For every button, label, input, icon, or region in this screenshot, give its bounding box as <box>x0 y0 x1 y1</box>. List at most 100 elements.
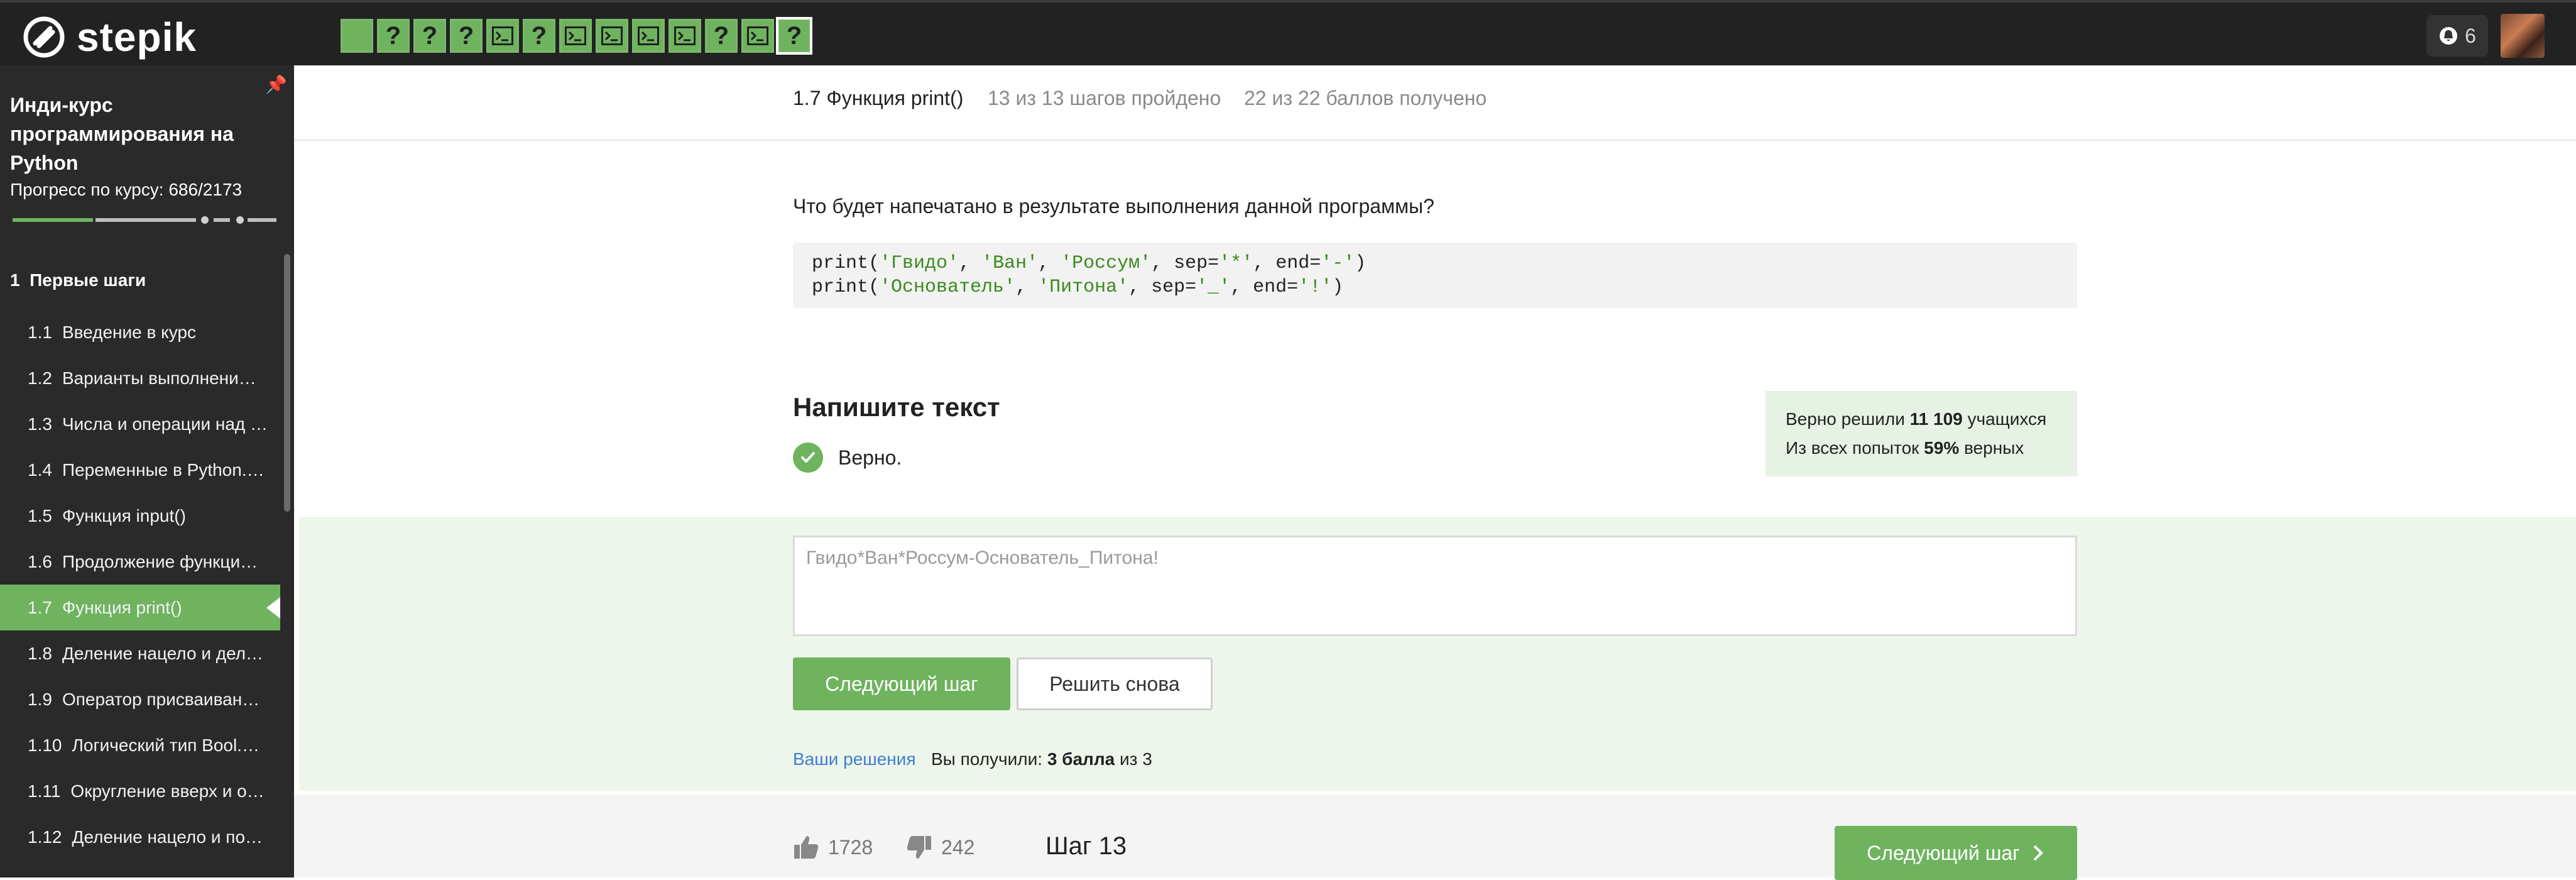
lesson-title: 1.7 Функция print() <box>793 87 964 109</box>
question-mark-icon: ? <box>713 21 729 50</box>
verdict: Верно. <box>793 443 902 473</box>
code-line: print('Гвидо', 'Ван', 'Россум', sep='*',… <box>812 253 1367 274</box>
sidebar-lesson-1.7[interactable]: 1.7 Функция print() <box>0 585 280 630</box>
sidebar-lesson-1.3[interactable]: 1.3 Числа и операции над … <box>0 401 280 447</box>
sidebar-lesson-1.4[interactable]: 1.4 Переменные в Python.… <box>0 447 280 493</box>
check-icon <box>793 443 823 473</box>
step-tab-4[interactable]: ? <box>450 19 483 53</box>
step-tab-13[interactable]: ? <box>776 17 812 55</box>
logo-text: stepik <box>77 14 197 60</box>
lesson-number: 1.5 <box>28 505 52 525</box>
notifications-count: 6 <box>2465 24 2476 47</box>
step-tab-3[interactable]: ? <box>413 19 446 53</box>
answer-textbox[interactable]: Гвидо*Ван*Россум-Основатель_Питона! <box>793 536 2077 636</box>
course-title[interactable]: Инди-курс программирования на Python <box>10 91 261 177</box>
terminal-icon <box>492 26 513 45</box>
like-button[interactable]: 1728 <box>793 835 873 860</box>
verdict-text: Верно. <box>838 446 902 469</box>
lesson-number: 1.4 <box>28 459 52 480</box>
lesson-list: 1.1 Введение в курс 1.2 Варианты выполнени…… <box>0 309 280 860</box>
lesson-title: Варианты выполнени… <box>62 368 256 388</box>
step-tab-12[interactable] <box>741 19 774 53</box>
steps-passed: 13 из 13 шагов пройдено <box>988 87 1221 109</box>
lesson-number: 1.11 <box>28 781 61 801</box>
sidebar-lesson-1.8[interactable]: 1.8 Деление нацело и дел… <box>0 630 280 676</box>
attempts-percent: 59% <box>1924 438 1960 458</box>
top-bar: stepik ?????? 6 <box>0 0 2576 65</box>
question-mark-icon: ? <box>458 21 474 50</box>
stepik-logo[interactable]: stepik <box>23 14 197 60</box>
notifications-button[interactable]: 6 <box>2426 15 2488 57</box>
lesson-title: Деление нацело и дел… <box>62 643 264 663</box>
sidebar-lesson-1.5[interactable]: 1.5 Функция input() <box>0 493 280 539</box>
sidebar-lesson-1.6[interactable]: 1.6 Продолжение функци… <box>0 539 280 585</box>
question-mark-icon: ? <box>786 21 802 50</box>
step-tab-10[interactable] <box>669 19 701 53</box>
lesson-title: Логический тип Bool.… <box>72 735 260 755</box>
sidebar-lesson-1.10[interactable]: 1.10 Логический тип Bool.… <box>0 722 280 768</box>
task-title: Напишите текст <box>793 392 1000 422</box>
score-value: 3 балла <box>1047 749 1115 769</box>
thumbs-up-icon <box>794 836 819 859</box>
solve-stats: Верно решили 11 109 учащихся Из всех поп… <box>1766 391 2077 476</box>
step-tab-5[interactable] <box>486 19 519 53</box>
course-sidebar: 📌 Инди-курс программирования на Python П… <box>0 65 294 877</box>
lesson-title: Введение в курс <box>62 322 196 342</box>
user-avatar[interactable] <box>2501 14 2545 58</box>
step-tab-2[interactable]: ? <box>377 19 410 53</box>
course-progress: Прогресс по курсу: 686/2173 <box>10 180 242 200</box>
likes-count: 1728 <box>828 835 873 859</box>
thumbs-down-icon <box>907 836 931 859</box>
step-navigation: ?????? <box>341 17 812 55</box>
next-step-button[interactable]: Следующий шаг <box>793 657 1010 710</box>
step-tab-7[interactable] <box>559 19 592 53</box>
lesson-number: 1.3 <box>28 414 52 434</box>
chevron-right-icon <box>2033 845 2043 861</box>
step-tab-8[interactable] <box>596 19 628 53</box>
section-title[interactable]: 1 Первые шаги <box>10 270 146 290</box>
lesson-number: 1.6 <box>28 551 52 571</box>
lesson-title: Округление вверх и о… <box>70 781 265 801</box>
retry-button[interactable]: Решить снова <box>1017 657 1213 710</box>
solved-count: 11 109 <box>1909 409 1963 429</box>
lesson-title: Числа и операции над … <box>62 414 268 434</box>
code-block: print('Гвидо', 'Ван', 'Россум', sep='*',… <box>793 243 2077 308</box>
lesson-title: Функция input() <box>62 505 186 525</box>
sidebar-lesson-1.2[interactable]: 1.2 Варианты выполнени… <box>0 355 280 401</box>
question-mark-icon: ? <box>422 21 438 50</box>
main-content: 1.7 Функция print() 13 из 13 шагов пройд… <box>294 65 2576 880</box>
lesson-title: Деление нацело и по… <box>72 827 263 847</box>
pin-icon[interactable]: 📌 <box>265 74 287 95</box>
step-tab-6[interactable]: ? <box>523 19 555 53</box>
progress-value: 686/2173 <box>168 180 243 199</box>
sidebar-lesson-1.11[interactable]: 1.11 Округление вверх и о… <box>0 768 280 814</box>
lesson-title: Оператор присваиван… <box>62 689 260 709</box>
lesson-number: 1.2 <box>28 368 52 388</box>
lesson-number: 1.9 <box>28 689 52 709</box>
question-text: Что будет напечатано в результате выполн… <box>793 195 1434 217</box>
step-tab-11[interactable]: ? <box>705 19 738 53</box>
footer-next-step-button[interactable]: Следующий шаг <box>1835 826 2077 880</box>
sidebar-lesson-1.1[interactable]: 1.1 Введение в курс <box>0 309 280 355</box>
progress-label: Прогресс по курсу: <box>10 180 164 199</box>
course-progress-bar <box>13 216 276 224</box>
lesson-number: 1.12 <box>28 827 62 847</box>
terminal-icon <box>674 26 696 45</box>
lesson-number: 1.10 <box>28 735 62 755</box>
lesson-title: Функция print() <box>62 597 182 617</box>
terminal-icon <box>565 26 586 45</box>
dislike-button[interactable]: 242 <box>906 835 974 860</box>
step-tab-1[interactable] <box>341 19 373 53</box>
sidebar-scrollbar[interactable] <box>284 254 290 512</box>
question-mark-icon: ? <box>531 21 547 50</box>
score-text: Вы получили: 3 балла из 3 <box>931 749 1152 769</box>
lesson-number: 1.7 <box>28 597 52 617</box>
step-number: Шаг 13 <box>1045 832 1127 860</box>
sidebar-lesson-1.9[interactable]: 1.9 Оператор присваиван… <box>0 676 280 722</box>
stepik-logo-icon <box>23 16 65 58</box>
lesson-title: Продолжение функци… <box>62 551 258 571</box>
sidebar-lesson-1.12[interactable]: 1.12 Деление нацело и по… <box>0 814 280 860</box>
your-solutions-link[interactable]: Ваши решения <box>793 749 916 769</box>
step-tab-9[interactable] <box>632 19 665 53</box>
terminal-icon <box>747 26 768 45</box>
